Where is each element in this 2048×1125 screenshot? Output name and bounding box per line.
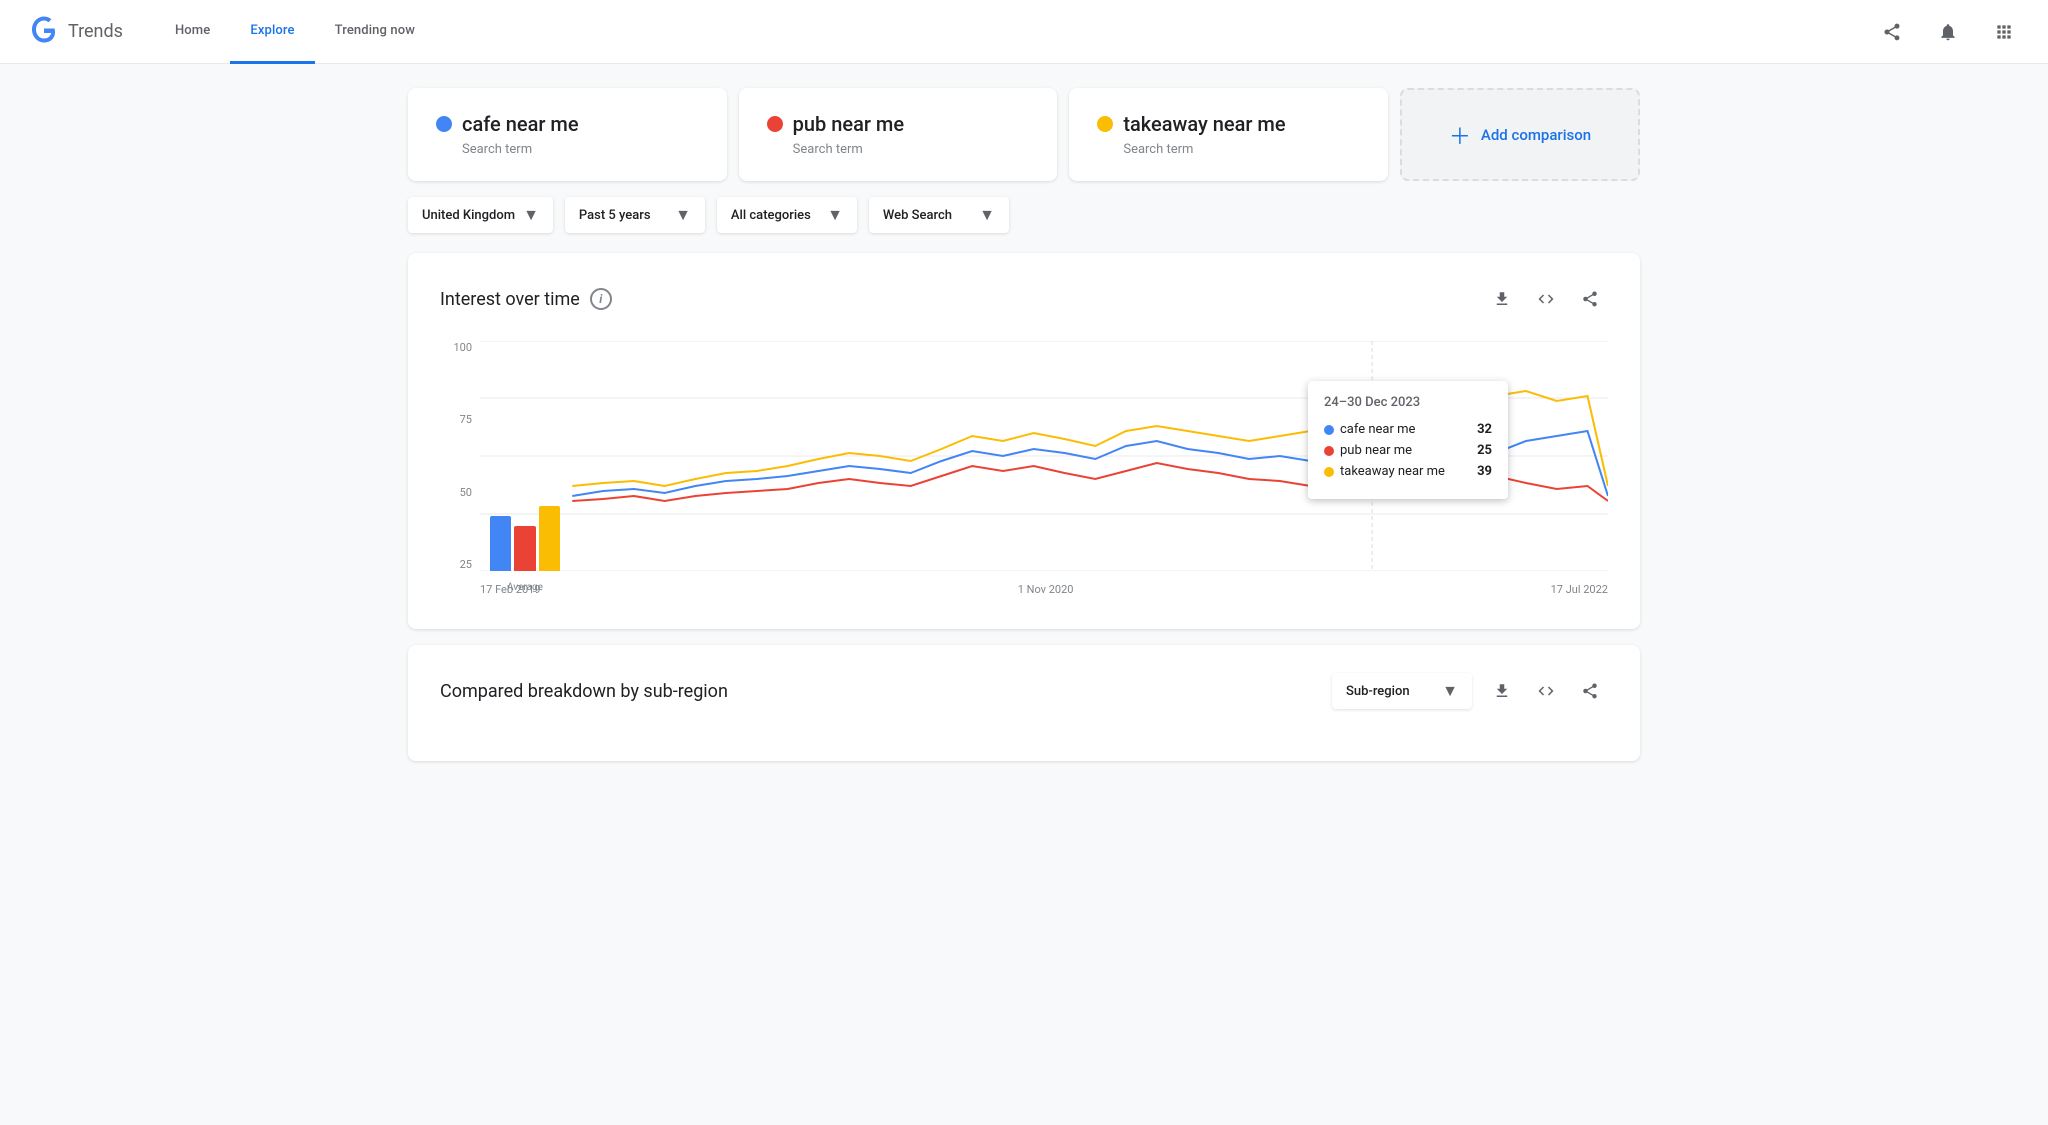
chart-area: 100 75 50 25 NOTE	[440, 341, 1608, 601]
filter-region-value: United Kingdom	[422, 208, 515, 223]
breakdown-share-button[interactable]	[1572, 673, 1608, 709]
embed-button[interactable]	[1528, 281, 1564, 317]
pub-subtitle: Search term	[793, 142, 1030, 157]
takeaway-dot	[1097, 116, 1113, 132]
takeaway-title: takeaway near me	[1123, 112, 1285, 136]
search-terms-row: cafe near me Search term pub near me Sea…	[408, 88, 1640, 181]
filters-row: United Kingdom ▼ Past 5 years ▼ All cate…	[408, 197, 1640, 233]
chevron-sub-region-icon: ▼	[1442, 681, 1458, 701]
breakdown-icon-actions	[1484, 673, 1608, 709]
filter-category-value: All categories	[731, 208, 811, 223]
breakdown-actions: Sub-region ▼	[1332, 673, 1608, 709]
search-term-card-takeaway[interactable]: takeaway near me Search term	[1069, 88, 1388, 181]
breakdown-download-icon	[1493, 682, 1511, 700]
share-section-icon	[1581, 290, 1599, 308]
filter-region[interactable]: United Kingdom ▼	[408, 197, 553, 233]
filter-period-value: Past 5 years	[579, 208, 651, 223]
main-content: cafe near me Search term pub near me Sea…	[384, 64, 1664, 801]
chevron-search-type-icon: ▼	[979, 205, 995, 225]
main-nav: Home Explore Trending now	[155, 0, 1872, 64]
chevron-period-icon: ▼	[675, 205, 691, 225]
breakdown-embed-button[interactable]	[1528, 673, 1564, 709]
logo-text: Trends	[68, 21, 123, 42]
x-label-0: 17 Feb 2019	[480, 583, 541, 596]
y-label-75: 75	[460, 413, 472, 426]
tooltip-pub-value: 25	[1477, 443, 1492, 458]
filter-search-type-value: Web Search	[883, 208, 952, 223]
nav-home[interactable]: Home	[155, 0, 230, 64]
download-icon	[1493, 290, 1511, 308]
pub-dot	[767, 116, 783, 132]
filter-period[interactable]: Past 5 years ▼	[565, 197, 705, 233]
section-actions	[1484, 281, 1608, 317]
apps-icon	[1994, 22, 2014, 42]
share-icon	[1882, 22, 1902, 42]
tooltip-cafe-value: 32	[1477, 422, 1492, 437]
takeaway-subtitle: Search term	[1123, 142, 1360, 157]
filter-category[interactable]: All categories ▼	[717, 197, 857, 233]
y-label-100: 100	[453, 341, 472, 354]
share-section-button[interactable]	[1572, 281, 1608, 317]
interest-title: Interest over time	[440, 289, 580, 310]
logo[interactable]: Trends	[24, 12, 123, 52]
breakdown-header: Compared breakdown by sub-region Sub-reg…	[440, 673, 1608, 709]
filter-search-type[interactable]: Web Search ▼	[869, 197, 1009, 233]
avg-bar-cafe	[490, 516, 511, 571]
avg-bar-pub	[514, 526, 535, 571]
info-icon[interactable]: i	[590, 288, 612, 310]
sub-region-select[interactable]: Sub-region ▼	[1332, 673, 1472, 709]
section-header: Interest over time i	[440, 281, 1608, 317]
x-label-2: 17 Jul 2022	[1551, 583, 1608, 596]
download-button[interactable]	[1484, 281, 1520, 317]
cafe-title: cafe near me	[462, 112, 579, 136]
breakdown-embed-icon	[1537, 682, 1555, 700]
tooltip-cafe-label: cafe near me	[1340, 422, 1415, 437]
avg-bars	[490, 481, 560, 571]
cafe-dot	[436, 116, 452, 132]
tooltip-takeaway-label: takeaway near me	[1340, 464, 1445, 479]
tooltip-takeaway-dot	[1324, 467, 1334, 477]
tooltip-row-pub: pub near me 25	[1324, 443, 1492, 458]
breakdown-section: Compared breakdown by sub-region Sub-reg…	[408, 645, 1640, 761]
chevron-region-icon: ▼	[523, 205, 539, 225]
section-title-row: Interest over time i	[440, 288, 612, 310]
notifications-icon	[1938, 22, 1958, 42]
search-term-card-pub[interactable]: pub near me Search term	[739, 88, 1058, 181]
y-label-50: 50	[460, 486, 472, 499]
header-actions	[1872, 12, 2024, 52]
nav-trending[interactable]: Trending now	[315, 0, 435, 64]
header: Trends Home Explore Trending now	[0, 0, 2048, 64]
tooltip-row-takeaway: takeaway near me 39	[1324, 464, 1492, 479]
cafe-subtitle: Search term	[462, 142, 699, 157]
x-label-1: 1 Nov 2020	[1018, 583, 1074, 596]
x-axis: 17 Feb 2019 1 Nov 2020 17 Jul 2022	[480, 577, 1608, 601]
breakdown-title: Compared breakdown by sub-region	[440, 681, 728, 702]
y-label-25: 25	[460, 558, 472, 571]
tooltip-takeaway-value: 39	[1477, 464, 1492, 479]
tooltip-pub-label: pub near me	[1340, 443, 1412, 458]
notifications-button[interactable]	[1928, 12, 1968, 52]
breakdown-download-button[interactable]	[1484, 673, 1520, 709]
add-comparison-card[interactable]: ＋ Add comparison	[1400, 88, 1640, 181]
chart-tooltip: 24–30 Dec 2023 cafe near me 32 pub near …	[1308, 381, 1508, 499]
breakdown-share-icon	[1581, 682, 1599, 700]
tooltip-cafe-dot	[1324, 425, 1334, 435]
y-axis: 100 75 50 25	[440, 341, 480, 571]
search-term-card-cafe[interactable]: cafe near me Search term	[408, 88, 727, 181]
embed-icon	[1537, 290, 1555, 308]
share-button[interactable]	[1872, 12, 1912, 52]
pub-title: pub near me	[793, 112, 904, 136]
interest-section: Interest over time i	[408, 253, 1640, 629]
tooltip-row-cafe: cafe near me 32	[1324, 422, 1492, 437]
avg-bar-takeaway	[539, 506, 560, 571]
plus-icon: ＋	[1449, 119, 1471, 151]
tooltip-date: 24–30 Dec 2023	[1324, 395, 1492, 410]
apps-button[interactable]	[1984, 12, 2024, 52]
add-comparison-label: Add comparison	[1481, 126, 1591, 144]
sub-region-label: Sub-region	[1346, 684, 1410, 699]
nav-explore[interactable]: Explore	[230, 0, 314, 64]
tooltip-pub-dot	[1324, 446, 1334, 456]
google-g-icon	[24, 12, 64, 52]
chevron-category-icon: ▼	[827, 205, 843, 225]
